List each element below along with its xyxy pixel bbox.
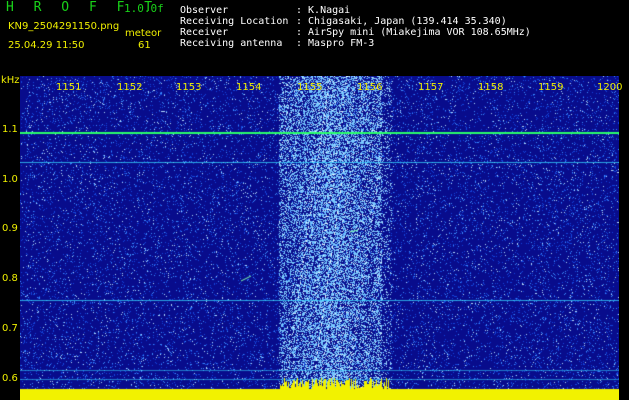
x-axis: 1151 1152 1153 1154 1155 1156 1157 1158 … [0, 76, 629, 94]
y-tick: 0.6 [2, 373, 18, 384]
y-axis: kHz 1.1 1.0 0.9 0.8 0.7 0.6 [0, 75, 20, 400]
header: H R O F F T 1.0.0f KN9_2504291150.png me… [0, 0, 629, 76]
y-tick: 0.7 [2, 323, 18, 334]
y-tick: 1.1 [2, 124, 18, 135]
antenna-value: : Maspro FM-3 [296, 38, 375, 49]
spectrogram [20, 76, 619, 400]
meteor-label: meteor [125, 28, 162, 39]
x-tick: 1154 [236, 82, 262, 93]
x-tick: 1200 [597, 82, 623, 93]
y-tick: 0.8 [2, 273, 18, 284]
timestamp: 25.04.29 11:50 [8, 40, 85, 51]
x-tick: 1159 [538, 82, 564, 93]
x-tick: 1155 [297, 82, 323, 93]
x-tick: 1158 [478, 82, 504, 93]
meteor-count: 61 [138, 40, 151, 51]
x-tick: 1156 [357, 82, 383, 93]
file-name: KN9_2504291150.png [8, 21, 120, 32]
y-tick: 1.0 [2, 174, 18, 185]
antenna-label: Receiving antenna [180, 38, 283, 49]
y-tick: 0.9 [2, 223, 18, 234]
x-tick: 1152 [117, 82, 143, 93]
x-tick: 1157 [418, 82, 444, 93]
y-unit: kHz [1, 75, 20, 86]
app-version: 1.0.0f [124, 2, 164, 15]
spectrogram-canvas [20, 76, 619, 400]
x-tick: 1153 [176, 82, 202, 93]
x-tick: 1151 [56, 82, 82, 93]
